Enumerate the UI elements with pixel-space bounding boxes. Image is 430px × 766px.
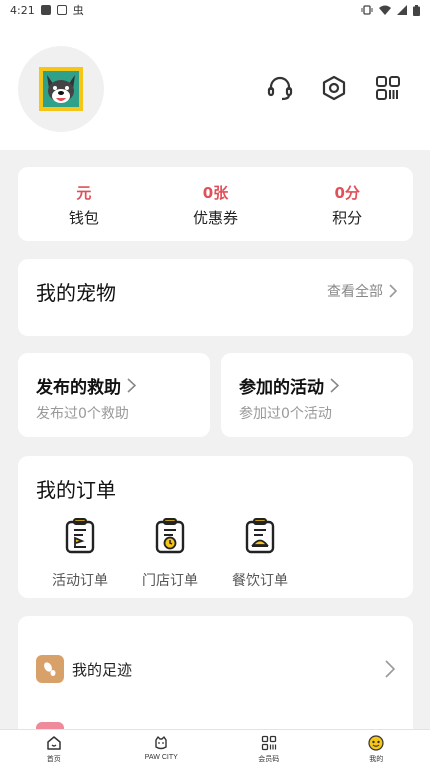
activity-order-button[interactable]: 活动订单 [35, 518, 125, 590]
tab-profile-label: 我的 [369, 756, 384, 763]
rescue-card[interactable]: 发布的救助 发布过0个救助 [18, 353, 210, 437]
coupon-label: 优惠券 [193, 209, 239, 227]
notification-icon [40, 5, 51, 15]
tab-member-code[interactable]: 会员码 [215, 730, 323, 766]
food-order-button[interactable]: 餐饮订单 [215, 518, 305, 590]
signal-icon [397, 5, 407, 15]
settings-icon[interactable] [320, 74, 348, 102]
activity-order-icon [65, 518, 95, 554]
tab-profile[interactable]: 我的 [323, 730, 430, 766]
avatar[interactable] [18, 46, 104, 132]
wallet-value: 元 [76, 184, 92, 202]
chevron-right-icon [389, 284, 397, 298]
footprint-row[interactable]: 我的足迹 [36, 654, 395, 684]
points-stat[interactable]: 0分 积分 [281, 167, 413, 241]
status-bar: 4:21 虫 [0, 0, 430, 20]
tab-paw-city[interactable]: PAW CITY [108, 730, 216, 766]
profile-header [0, 20, 430, 150]
battery-icon [413, 4, 420, 16]
chevron-right-icon [127, 378, 136, 393]
account-stats-card: 元 钱包 0张 优惠券 0分 积分 [18, 167, 413, 241]
view-all-label: 查看全部 [327, 284, 383, 300]
notification-icon [56, 5, 67, 15]
activity-order-label: 活动订单 [52, 573, 108, 589]
status-time: 4:21 [10, 3, 35, 17]
dog-avatar-icon [39, 67, 83, 111]
carrier-icon: 虫 [72, 4, 84, 17]
tab-home[interactable]: 首页 [0, 730, 108, 766]
rescue-title: 发布的救助 [36, 378, 121, 398]
view-all-pets-link[interactable]: 查看全部 [327, 281, 397, 301]
coupon-value: 0张 [202, 184, 229, 202]
wallet-stat[interactable]: 元 钱包 [18, 167, 150, 241]
points-label: 积分 [332, 209, 363, 227]
my-orders-title: 我的订单 [36, 478, 116, 502]
my-pets-title: 我的宠物 [36, 281, 116, 305]
coupon-stat[interactable]: 0张 优惠券 [150, 167, 282, 241]
tab-member-code-label: 会员码 [258, 756, 280, 763]
food-order-icon [245, 518, 275, 554]
footprint-icon [36, 655, 64, 683]
chevron-right-icon [330, 378, 339, 393]
chevron-right-icon [385, 660, 395, 678]
food-order-label: 餐饮订单 [232, 573, 288, 589]
store-order-button[interactable]: 门店订单 [125, 518, 215, 590]
home-icon [47, 736, 61, 750]
store-order-label: 门店订单 [142, 573, 198, 589]
tab-home-label: 首页 [46, 756, 61, 763]
bottom-tab-bar: 首页 PAW CITY 会员码 我的 [0, 729, 430, 766]
my-orders-card: 我的订单 活动订单 门店订单 餐饮订单 [18, 456, 413, 598]
menu-list-card: 我的足迹 [18, 616, 413, 746]
member-code-icon [261, 735, 276, 751]
wifi-icon [379, 5, 391, 15]
my-pets-card: 我的宠物 查看全部 [18, 259, 413, 336]
paw-city-icon [155, 736, 167, 750]
vibrate-icon [361, 5, 373, 15]
customer-service-icon[interactable] [266, 74, 294, 102]
wallet-label: 钱包 [68, 209, 99, 227]
activity-title: 参加的活动 [239, 378, 324, 398]
profile-face-icon [368, 735, 384, 751]
store-order-icon [155, 518, 185, 554]
qr-code-icon[interactable] [374, 74, 402, 102]
tab-paw-city-label: PAW CITY [144, 754, 178, 761]
points-value: 0分 [334, 184, 360, 202]
activity-card[interactable]: 参加的活动 参加过0个活动 [221, 353, 413, 437]
activity-subtitle: 参加过0个活动 [239, 406, 332, 422]
footprint-label: 我的足迹 [72, 660, 133, 679]
rescue-subtitle: 发布过0个救助 [36, 406, 129, 422]
